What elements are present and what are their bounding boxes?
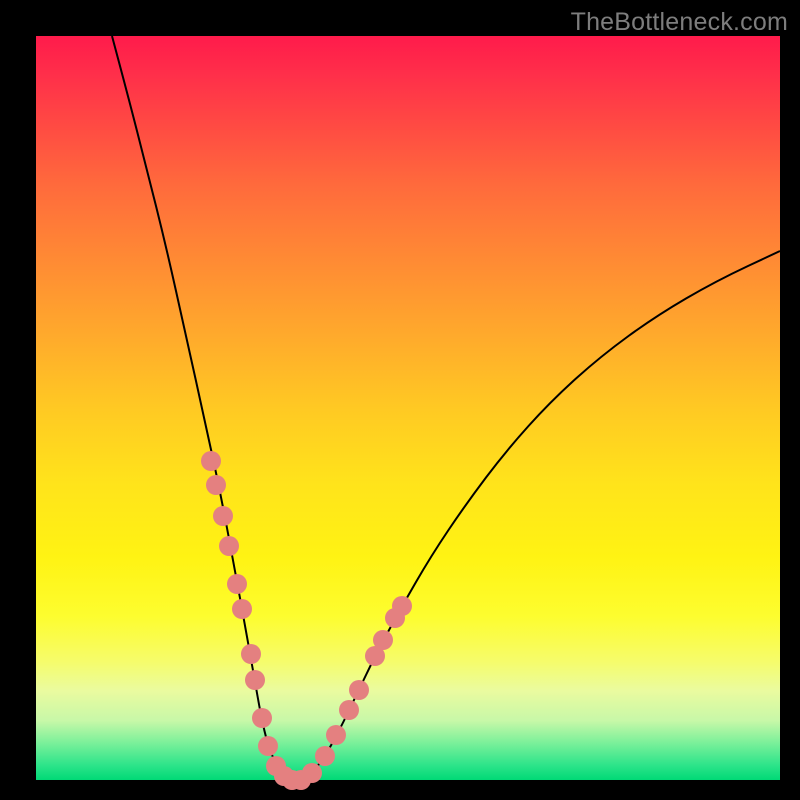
sample-dot bbox=[241, 644, 261, 664]
chart-svg bbox=[36, 36, 780, 780]
sample-dots-group bbox=[201, 451, 412, 790]
sample-dot bbox=[326, 725, 346, 745]
sample-dot bbox=[373, 630, 393, 650]
chart-container: TheBottleneck.com bbox=[0, 0, 800, 800]
sample-dot bbox=[227, 574, 247, 594]
sample-dot bbox=[252, 708, 272, 728]
sample-dot bbox=[349, 680, 369, 700]
watermark-text: TheBottleneck.com bbox=[571, 8, 788, 37]
sample-dot bbox=[258, 736, 278, 756]
sample-dot bbox=[213, 506, 233, 526]
sample-dot bbox=[206, 475, 226, 495]
bottleneck-curve bbox=[112, 36, 780, 780]
sample-dot bbox=[392, 596, 412, 616]
sample-dot bbox=[245, 670, 265, 690]
sample-dot bbox=[219, 536, 239, 556]
sample-dot bbox=[315, 746, 335, 766]
sample-dot bbox=[232, 599, 252, 619]
sample-dot bbox=[201, 451, 221, 471]
plot-area bbox=[36, 36, 780, 780]
sample-dot bbox=[302, 763, 322, 783]
sample-dot bbox=[339, 700, 359, 720]
